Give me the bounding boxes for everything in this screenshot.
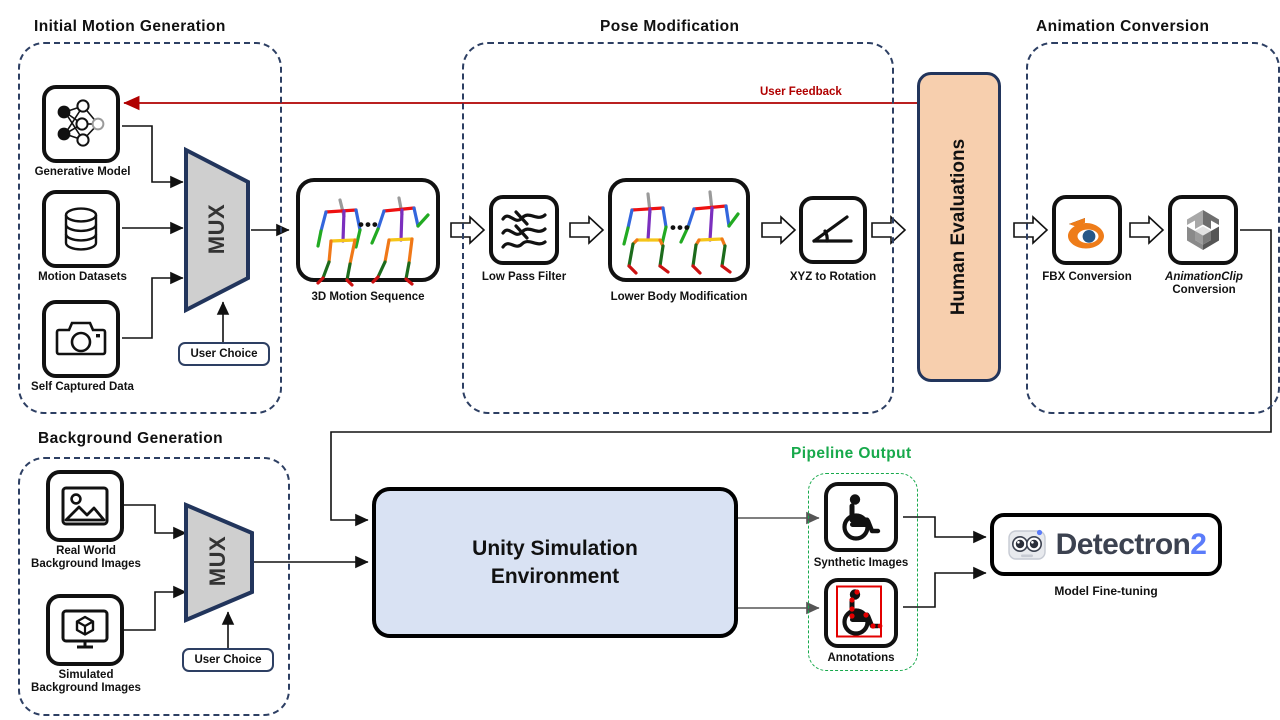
unity-cube-icon bbox=[1187, 210, 1219, 250]
self-captured-data-box[interactable] bbox=[42, 300, 120, 378]
synthetic-images-caption: Synthetic Images bbox=[813, 557, 909, 569]
unity-simulation-line1: Unity Simulation bbox=[472, 536, 638, 560]
section-title-pose-modification: Pose Modification bbox=[600, 18, 740, 35]
simulated-line1: Simulated bbox=[58, 669, 114, 681]
animationclip-caption-italic: AnimationClip bbox=[1165, 271, 1243, 283]
fbx-conversion-caption: FBX Conversion bbox=[1042, 271, 1132, 283]
user-choice-initial[interactable]: User Choice bbox=[178, 342, 270, 366]
angle-icon bbox=[812, 215, 853, 243]
wheelchair-annotated-icon bbox=[836, 585, 883, 638]
simulated-background-caption: Simulated Background Images bbox=[8, 669, 164, 695]
user-feedback-label: User Feedback bbox=[760, 86, 842, 98]
animationclip-conversion-box[interactable] bbox=[1168, 195, 1238, 265]
annotations-box[interactable] bbox=[824, 578, 898, 648]
database-icon bbox=[64, 207, 98, 251]
lower-body-ellipsis: ••• bbox=[670, 218, 691, 237]
real-world-background-caption: Real World Background Images bbox=[8, 545, 164, 571]
animationclip-conversion-caption: AnimationClip Conversion bbox=[1146, 271, 1262, 297]
detectron-logo-text: Detectron2 bbox=[1056, 528, 1207, 562]
diagram-canvas: Initial Motion Generation Pose Modificat… bbox=[0, 0, 1280, 720]
motion-sequence-ellipsis: ••• bbox=[358, 215, 379, 234]
unity-simulation-box[interactable]: Unity Simulation Environment bbox=[372, 487, 738, 638]
mux-label-background: MUX bbox=[205, 535, 230, 587]
neural-network-icon bbox=[57, 99, 105, 147]
low-pass-filter-box[interactable] bbox=[489, 195, 559, 265]
section-title-pipeline-output: Pipeline Output bbox=[791, 445, 912, 462]
detectron-word: Detectron bbox=[1055, 527, 1191, 561]
blender-icon bbox=[1068, 218, 1104, 249]
mux-label-initial: MUX bbox=[204, 203, 229, 255]
low-pass-filter-icon bbox=[501, 210, 547, 249]
simulated-line2: Background Images bbox=[31, 682, 141, 694]
human-evaluations-label: Human Evaluations bbox=[948, 138, 969, 316]
motion-sequence-caption: 3D Motion Sequence bbox=[311, 291, 425, 303]
wheelchair-icon bbox=[842, 494, 881, 541]
xyz-to-rotation-box[interactable] bbox=[799, 196, 867, 264]
lower-body-modification-caption: Lower Body Modification bbox=[610, 291, 748, 303]
annotations-caption: Annotations bbox=[827, 652, 895, 664]
user-choice-background[interactable]: User Choice bbox=[182, 648, 274, 672]
detectron-robot-icon bbox=[1007, 529, 1046, 560]
section-title-background-generation: Background Generation bbox=[38, 430, 223, 447]
xyz-to-rotation-caption: XYZ to Rotation bbox=[789, 271, 877, 283]
monitor-3d-icon bbox=[61, 609, 109, 649]
detectron-suffix: 2 bbox=[1190, 527, 1207, 561]
model-finetuning-caption: Model Fine-tuning bbox=[1054, 584, 1158, 598]
real-world-background-box[interactable] bbox=[46, 470, 124, 542]
fbx-conversion-box[interactable] bbox=[1052, 195, 1122, 265]
real-world-line2: Background Images bbox=[31, 558, 141, 570]
simulated-background-box[interactable] bbox=[46, 594, 124, 666]
human-evaluations-panel[interactable]: Human Evaluations bbox=[917, 72, 1001, 382]
synthetic-images-box[interactable] bbox=[824, 482, 898, 552]
generative-model-box[interactable] bbox=[42, 85, 120, 163]
self-captured-data-caption: Self Captured Data bbox=[31, 381, 134, 393]
real-world-line1: Real World bbox=[56, 545, 116, 557]
low-pass-filter-caption: Low Pass Filter bbox=[481, 271, 567, 283]
motion-datasets-caption: Motion Datasets bbox=[38, 271, 127, 283]
image-icon bbox=[61, 486, 109, 526]
section-title-animation-conversion: Animation Conversion bbox=[1036, 18, 1210, 35]
section-title-initial-motion: Initial Motion Generation bbox=[34, 18, 226, 35]
model-finetuning-box[interactable]: Detectron2 bbox=[990, 513, 1222, 576]
camera-icon bbox=[55, 321, 107, 356]
generative-model-caption: Generative Model bbox=[34, 166, 131, 178]
animationclip-caption-rest: Conversion bbox=[1172, 284, 1236, 296]
motion-datasets-box[interactable] bbox=[42, 190, 120, 268]
unity-simulation-line2: Environment bbox=[490, 564, 620, 588]
